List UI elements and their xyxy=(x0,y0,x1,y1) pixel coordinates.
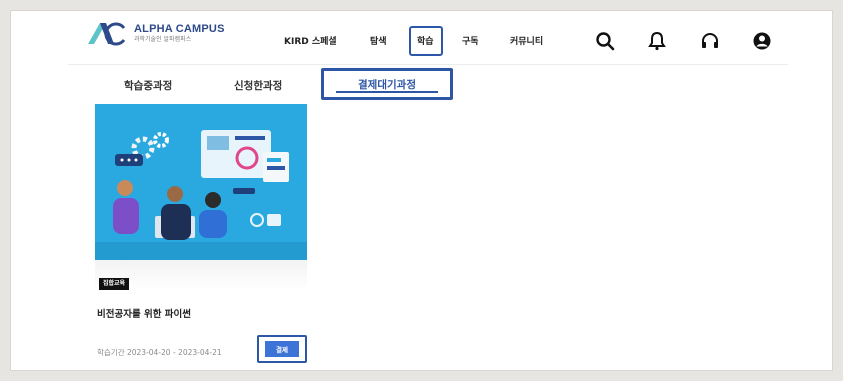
course-title[interactable]: 비전공자를 위한 파이썬 xyxy=(97,306,191,320)
course-thumbnail xyxy=(95,104,307,260)
nav-learning-highlight xyxy=(409,26,443,56)
headset-icon[interactable] xyxy=(699,30,721,52)
header-divider xyxy=(68,64,788,65)
tab-applied[interactable]: 신청한과정 xyxy=(234,78,282,93)
nav-explore[interactable]: 탐색 xyxy=(370,33,387,51)
course-illustration xyxy=(95,130,307,260)
nav-community[interactable]: 커뮤니티 xyxy=(510,33,543,51)
category-badge: 집합교육 xyxy=(99,278,130,290)
nav-kird-special[interactable]: KIRD 스페셜 xyxy=(284,33,337,51)
user-icon[interactable] xyxy=(751,30,773,52)
pay-button[interactable]: 결제 xyxy=(265,341,299,357)
tab-pending-payment[interactable]: 결제대기과정 xyxy=(321,68,453,100)
pay-button-highlight: 결제 xyxy=(257,335,307,363)
bell-icon[interactable] xyxy=(646,30,668,52)
search-icon[interactable] xyxy=(594,30,616,52)
active-tab-underline xyxy=(336,91,438,93)
course-card[interactable]: 집합교육 비전공자를 위한 파이썬 학습기간 2023-04-20 - 2023… xyxy=(95,104,307,364)
tab-pending-payment-label: 결제대기과정 xyxy=(358,78,416,91)
course-period: 학습기간 2023-04-20 - 2023-04-21 xyxy=(97,348,222,357)
nav-subscribe[interactable]: 구독 xyxy=(462,33,479,51)
tab-in-progress[interactable]: 학습중과정 xyxy=(124,78,172,93)
